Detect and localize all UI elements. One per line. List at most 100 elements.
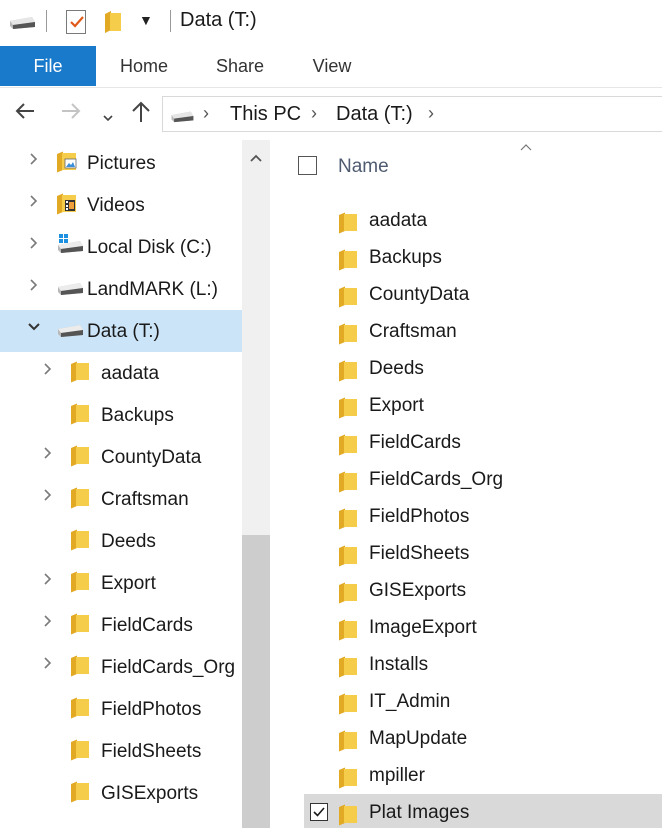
windows-drive-icon [56,234,84,259]
navigation-pane-scrollbar[interactable] [242,140,270,828]
tab-view[interactable]: View [292,46,372,86]
nav-item-deeds[interactable]: Deeds [0,520,242,562]
folder-icon [70,487,90,514]
file-name: FieldCards_Org [369,469,504,490]
file-row[interactable]: Plat Images [304,794,662,828]
forward-arrow-icon [60,100,82,129]
breadcrumb-this-pc[interactable]: This PC [230,103,301,126]
scrollbar-thumb[interactable] [242,535,270,828]
folder-icon [338,693,358,720]
nav-item-fieldphotos[interactable]: FieldPhotos [0,688,242,730]
file-row[interactable]: aadata [304,202,662,239]
nav-item-videos[interactable]: Videos [0,184,242,226]
nav-item-pictures[interactable]: Pictures [0,142,242,184]
file-row[interactable]: MapUpdate [304,720,662,757]
folder-icon [338,656,358,683]
nav-item-gisexports[interactable]: GISExports [0,772,242,814]
file-row[interactable]: FieldCards [304,424,662,461]
chevron-right-icon[interactable] [41,572,55,591]
chevron-right-icon[interactable] [27,278,41,297]
folder-icon [70,361,90,388]
file-row[interactable]: Export [304,387,662,424]
file-row[interactable]: FieldCards_Org [304,461,662,498]
chevron-right-icon[interactable] [41,656,55,675]
address-bar[interactable]: › This PC › Data (T:) › [162,96,662,132]
nav-item-countydata[interactable]: CountyData [0,436,242,478]
customize-toolbar-dropdown-icon[interactable]: ▼ [139,12,153,28]
chevron-down-icon[interactable] [27,320,41,339]
folder-icon [338,730,358,757]
folder-icon [338,323,358,350]
tab-file[interactable]: File [0,46,96,86]
file-row[interactable]: ImageExport [304,609,662,646]
properties-icon[interactable] [66,10,86,34]
breadcrumb-chevron-icon[interactable]: › [428,103,434,124]
nav-item-fieldcards[interactable]: FieldCards [0,604,242,646]
nav-item-aadata[interactable]: aadata [0,352,242,394]
file-row[interactable]: mpiller [304,757,662,794]
file-name: IT_Admin [369,691,451,712]
nav-item-label: GISExports [101,783,199,804]
drive-icon [169,109,195,128]
nav-item-label: FieldCards_Org [101,657,236,678]
chevron-right-icon[interactable] [41,362,55,381]
folder-icon [338,508,358,535]
nav-item-label: Data (T:) [87,321,160,342]
nav-item-export[interactable]: Export [0,562,242,604]
chevron-right-icon[interactable] [27,194,41,213]
toolbar-separator [46,10,47,32]
nav-item-data-t[interactable]: Data (T:) [0,310,242,352]
chevron-right-icon[interactable] [27,236,41,255]
nav-item-backups[interactable]: Backups [0,394,242,436]
tab-share[interactable]: Share [200,46,280,86]
folder-icon [338,360,358,387]
chevron-right-icon[interactable] [27,152,41,171]
chevron-right-icon[interactable] [41,614,55,633]
tab-home[interactable]: Home [104,46,184,86]
nav-item-local-disk-c[interactable]: Local Disk (C:) [0,226,242,268]
breadcrumb-chevron-icon[interactable]: › [203,103,209,124]
back-arrow-icon[interactable] [14,100,36,129]
breadcrumb-data-t[interactable]: Data (T:) [336,103,413,126]
file-name: Installs [369,654,429,675]
column-header-name[interactable]: Name [338,156,389,178]
folder-icon [338,471,358,498]
file-name: mpiller [369,765,425,786]
file-name: Craftsman [369,321,457,342]
breadcrumb-chevron-icon[interactable]: › [311,103,317,124]
folder-icon [70,781,90,808]
row-checkbox[interactable] [310,803,328,821]
file-row[interactable]: CountyData [304,276,662,313]
file-row[interactable]: IT_Admin [304,683,662,720]
drive-icon [56,322,84,343]
file-name: CountyData [369,284,470,305]
up-arrow-icon[interactable] [130,100,152,131]
nav-item-landmark-l[interactable]: LandMARK (L:) [0,268,242,310]
nav-item-label: Craftsman [101,489,189,510]
scroll-up-icon[interactable] [242,140,270,176]
file-row[interactable]: Craftsman [304,313,662,350]
file-row[interactable]: FieldSheets [304,535,662,572]
nav-item-label: Local Disk (C:) [87,237,212,258]
file-row[interactable]: GISExports [304,572,662,609]
folder-icon [338,397,358,424]
recent-locations-chevron-icon[interactable] [102,104,114,132]
nav-item-craftsman[interactable]: Craftsman [0,478,242,520]
file-row[interactable]: Backups [304,239,662,276]
select-all-checkbox[interactable] [298,156,317,175]
new-folder-icon[interactable] [104,10,122,39]
drive-icon[interactable] [8,14,36,35]
title-bar: ▼ Data (T:) [0,0,662,44]
nav-item-fieldsheets[interactable]: FieldSheets [0,730,242,772]
folder-icon [70,529,90,556]
file-row[interactable]: Installs [304,646,662,683]
file-row[interactable]: Deeds [304,350,662,387]
folder-icon [338,249,358,276]
sort-ascending-icon [520,140,532,154]
nav-item-label: FieldCards [101,615,193,636]
chevron-right-icon[interactable] [41,446,55,465]
chevron-right-icon[interactable] [41,488,55,507]
file-name: Plat Images [369,802,470,823]
file-row[interactable]: FieldPhotos [304,498,662,535]
nav-item-fieldcards-org[interactable]: FieldCards_Org [0,646,242,688]
